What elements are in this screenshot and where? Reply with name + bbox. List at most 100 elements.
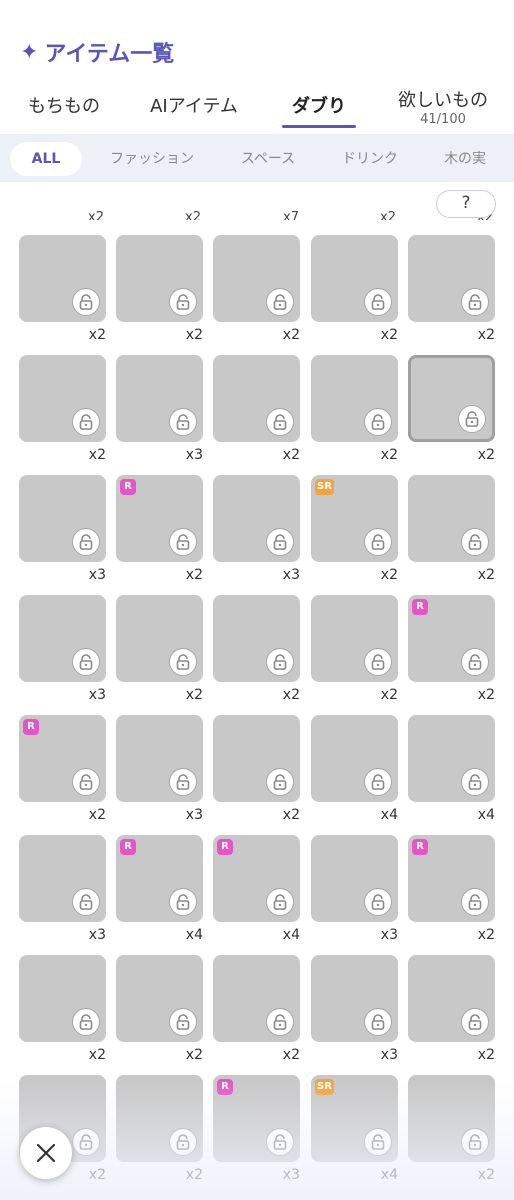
lock-icon[interactable] xyxy=(461,648,489,676)
lock-icon[interactable] xyxy=(266,888,294,916)
lock-icon[interactable] xyxy=(72,1008,100,1036)
lock-icon[interactable] xyxy=(72,1128,100,1156)
item-tile[interactable]: R xyxy=(408,595,495,682)
item-tile[interactable] xyxy=(311,355,398,442)
rarity-badge: R xyxy=(217,839,233,855)
lock-icon[interactable] xyxy=(461,768,489,796)
lock-icon[interactable] xyxy=(364,1128,392,1156)
item-quantity: x2 xyxy=(477,687,495,703)
filter-nuts[interactable]: 木の実 xyxy=(430,142,500,176)
item-tile[interactable]: R xyxy=(116,475,203,562)
item-quantity: x2 xyxy=(380,210,396,220)
item-tile[interactable] xyxy=(116,235,203,322)
lock-icon[interactable] xyxy=(461,888,489,916)
lock-icon[interactable] xyxy=(169,288,197,316)
item-quantity: x7 xyxy=(283,210,299,220)
item-quantity: x2 xyxy=(282,327,300,343)
item-quantity: x2 xyxy=(185,210,201,220)
lock-icon[interactable] xyxy=(169,888,197,916)
lock-icon[interactable] xyxy=(266,648,294,676)
lock-icon[interactable] xyxy=(169,768,197,796)
item-tile[interactable] xyxy=(213,355,300,442)
lock-icon[interactable] xyxy=(72,768,100,796)
item-quantity: x2 xyxy=(477,927,495,943)
lock-icon[interactable] xyxy=(72,648,100,676)
lock-icon[interactable] xyxy=(169,1128,197,1156)
lock-icon[interactable] xyxy=(364,888,392,916)
lock-icon[interactable] xyxy=(458,405,486,433)
item-quantity: x3 xyxy=(88,927,106,943)
tab-duplicates[interactable]: ダブり xyxy=(276,78,362,134)
item-tile[interactable] xyxy=(213,955,300,1042)
lock-icon[interactable] xyxy=(72,528,100,556)
item-tile[interactable]: SR xyxy=(311,1075,398,1162)
item-tile[interactable] xyxy=(19,835,106,922)
rarity-badge: R xyxy=(120,839,136,855)
item-tile[interactable]: R xyxy=(116,835,203,922)
item-tile[interactable] xyxy=(213,595,300,682)
item-tile[interactable] xyxy=(19,475,106,562)
filter-drink[interactable]: ドリンク xyxy=(330,142,410,176)
item-tile[interactable]: R xyxy=(213,1075,300,1162)
item-tile[interactable] xyxy=(116,955,203,1042)
item-tile[interactable]: SR xyxy=(311,475,398,562)
item-tile[interactable] xyxy=(19,355,106,442)
lock-icon[interactable] xyxy=(364,288,392,316)
item-tile[interactable]: R xyxy=(408,835,495,922)
lock-icon[interactable] xyxy=(266,1128,294,1156)
lock-icon[interactable] xyxy=(364,648,392,676)
lock-icon[interactable] xyxy=(72,888,100,916)
lock-icon[interactable] xyxy=(266,528,294,556)
item-quantity: x2 xyxy=(185,567,203,583)
item-tile[interactable] xyxy=(311,715,398,802)
lock-icon[interactable] xyxy=(72,408,100,436)
lock-icon[interactable] xyxy=(169,648,197,676)
item-tile[interactable] xyxy=(213,715,300,802)
lock-icon[interactable] xyxy=(169,1008,197,1036)
item-tile[interactable] xyxy=(408,355,495,442)
item-tile[interactable] xyxy=(311,955,398,1042)
item-tile[interactable] xyxy=(19,955,106,1042)
lock-icon[interactable] xyxy=(461,1128,489,1156)
item-tile[interactable] xyxy=(213,475,300,562)
lock-icon[interactable] xyxy=(266,288,294,316)
lock-icon[interactable] xyxy=(266,768,294,796)
lock-icon[interactable] xyxy=(461,528,489,556)
filter-space[interactable]: スペース xyxy=(228,142,308,176)
lock-icon[interactable] xyxy=(266,1008,294,1036)
item-tile[interactable] xyxy=(116,715,203,802)
lock-icon[interactable] xyxy=(266,408,294,436)
item-tile[interactable] xyxy=(408,955,495,1042)
item-tile[interactable] xyxy=(19,595,106,682)
help-button[interactable]: ? xyxy=(436,190,496,218)
item-tile[interactable]: R xyxy=(19,715,106,802)
lock-icon[interactable] xyxy=(72,288,100,316)
lock-icon[interactable] xyxy=(364,1008,392,1036)
item-tile[interactable] xyxy=(116,355,203,442)
item-tile[interactable] xyxy=(116,595,203,682)
close-button[interactable] xyxy=(20,1127,72,1179)
item-tile[interactable] xyxy=(311,235,398,322)
lock-icon[interactable] xyxy=(169,528,197,556)
filter-all[interactable]: ALL xyxy=(10,142,82,176)
tab-ai-items[interactable]: AIアイテム xyxy=(132,78,256,134)
tab-wishlist[interactable]: 欲しいもの 41/100 xyxy=(388,78,498,134)
item-tile[interactable] xyxy=(116,1075,203,1162)
item-tile[interactable] xyxy=(408,715,495,802)
lock-icon[interactable] xyxy=(364,408,392,436)
lock-icon[interactable] xyxy=(461,1008,489,1036)
item-tile[interactable] xyxy=(408,1075,495,1162)
lock-icon[interactable] xyxy=(461,288,489,316)
item-tile[interactable] xyxy=(19,235,106,322)
item-tile[interactable] xyxy=(408,235,495,322)
item-tile[interactable] xyxy=(213,235,300,322)
tab-mochimono[interactable]: もちもの xyxy=(14,78,114,134)
item-tile[interactable] xyxy=(408,475,495,562)
item-tile[interactable] xyxy=(311,835,398,922)
lock-icon[interactable] xyxy=(364,768,392,796)
lock-icon[interactable] xyxy=(364,528,392,556)
lock-icon[interactable] xyxy=(169,408,197,436)
filter-fashion[interactable]: ファッション xyxy=(100,142,204,176)
item-tile[interactable]: R xyxy=(213,835,300,922)
item-tile[interactable] xyxy=(311,595,398,682)
